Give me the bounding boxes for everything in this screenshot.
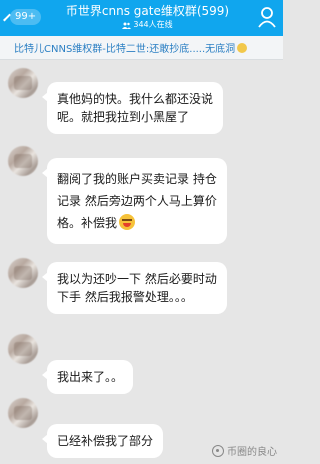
avatar[interactable]: [8, 146, 38, 176]
back-button[interactable]: 99+: [2, 6, 42, 28]
message-line: 呢。就把我拉到小黑屋了: [57, 110, 190, 124]
notice-text: 比特儿CNNS维权群-比特二世:还敢抄底.....无底洞: [14, 44, 236, 55]
smile-emoji-icon: [237, 42, 248, 53]
message-bubble[interactable]: 我出来了。。: [41, 360, 134, 394]
group-members-button[interactable]: [257, 6, 277, 28]
avatar[interactable]: [8, 68, 38, 98]
message-line: 已经补偿我了部分: [57, 434, 154, 448]
avatar[interactable]: [8, 258, 38, 288]
avatar[interactable]: [8, 334, 38, 364]
message-bubble[interactable]: 已经补偿我了部分: [41, 424, 164, 458]
chat-header: 99+ 币世界cnns gate维权群(599) 344人在线: [0, 0, 283, 36]
message-line: 翻阅了我的账户买卖记录 持仓: [57, 172, 217, 186]
person-icon: [258, 7, 276, 28]
online-count: 344人在线: [50, 20, 245, 30]
message-bubble[interactable]: 翻阅了我的账户买卖记录 持仓 记录 然后旁边两个人马上算价 格。补偿我: [42, 158, 227, 244]
message-line: 真他妈的快。我什么都还没说: [57, 92, 214, 106]
watermark-text: 币圈的良心: [227, 447, 277, 458]
wechat-official-icon: [212, 444, 224, 457]
message-bubble[interactable]: 我以为还吵一下 然后必要时动 下手 然后我报警处理。。。: [42, 262, 227, 314]
group-title: 币世界cnns gate维权群(599): [65, 4, 230, 18]
message-line: 我以为还吵一下 然后必要时动: [57, 272, 217, 286]
message-bubble[interactable]: 真他妈的快。我什么都还没说 呢。就把我拉到小黑屋了: [41, 82, 224, 134]
message-line-with-emoji: 格。补偿我: [57, 212, 217, 234]
message-line: 格。补偿我: [57, 216, 118, 230]
message-line: 我出来了。。: [57, 370, 124, 384]
avatar[interactable]: [8, 398, 38, 428]
unread-badge: 99+: [10, 9, 42, 25]
watermark: 币圈的良心: [212, 443, 277, 458]
online-text: 344人在线: [133, 20, 173, 29]
message-line: 下手 然后我报警处理。。。: [57, 290, 193, 304]
users-icon: [122, 22, 132, 29]
crying-face-icon: [119, 214, 136, 230]
group-notice-bar[interactable]: 比特儿CNNS维权群-比特二世:还敢抄底.....无底洞: [0, 36, 283, 60]
message-line: 记录 然后旁边两个人马上算价: [57, 194, 217, 208]
